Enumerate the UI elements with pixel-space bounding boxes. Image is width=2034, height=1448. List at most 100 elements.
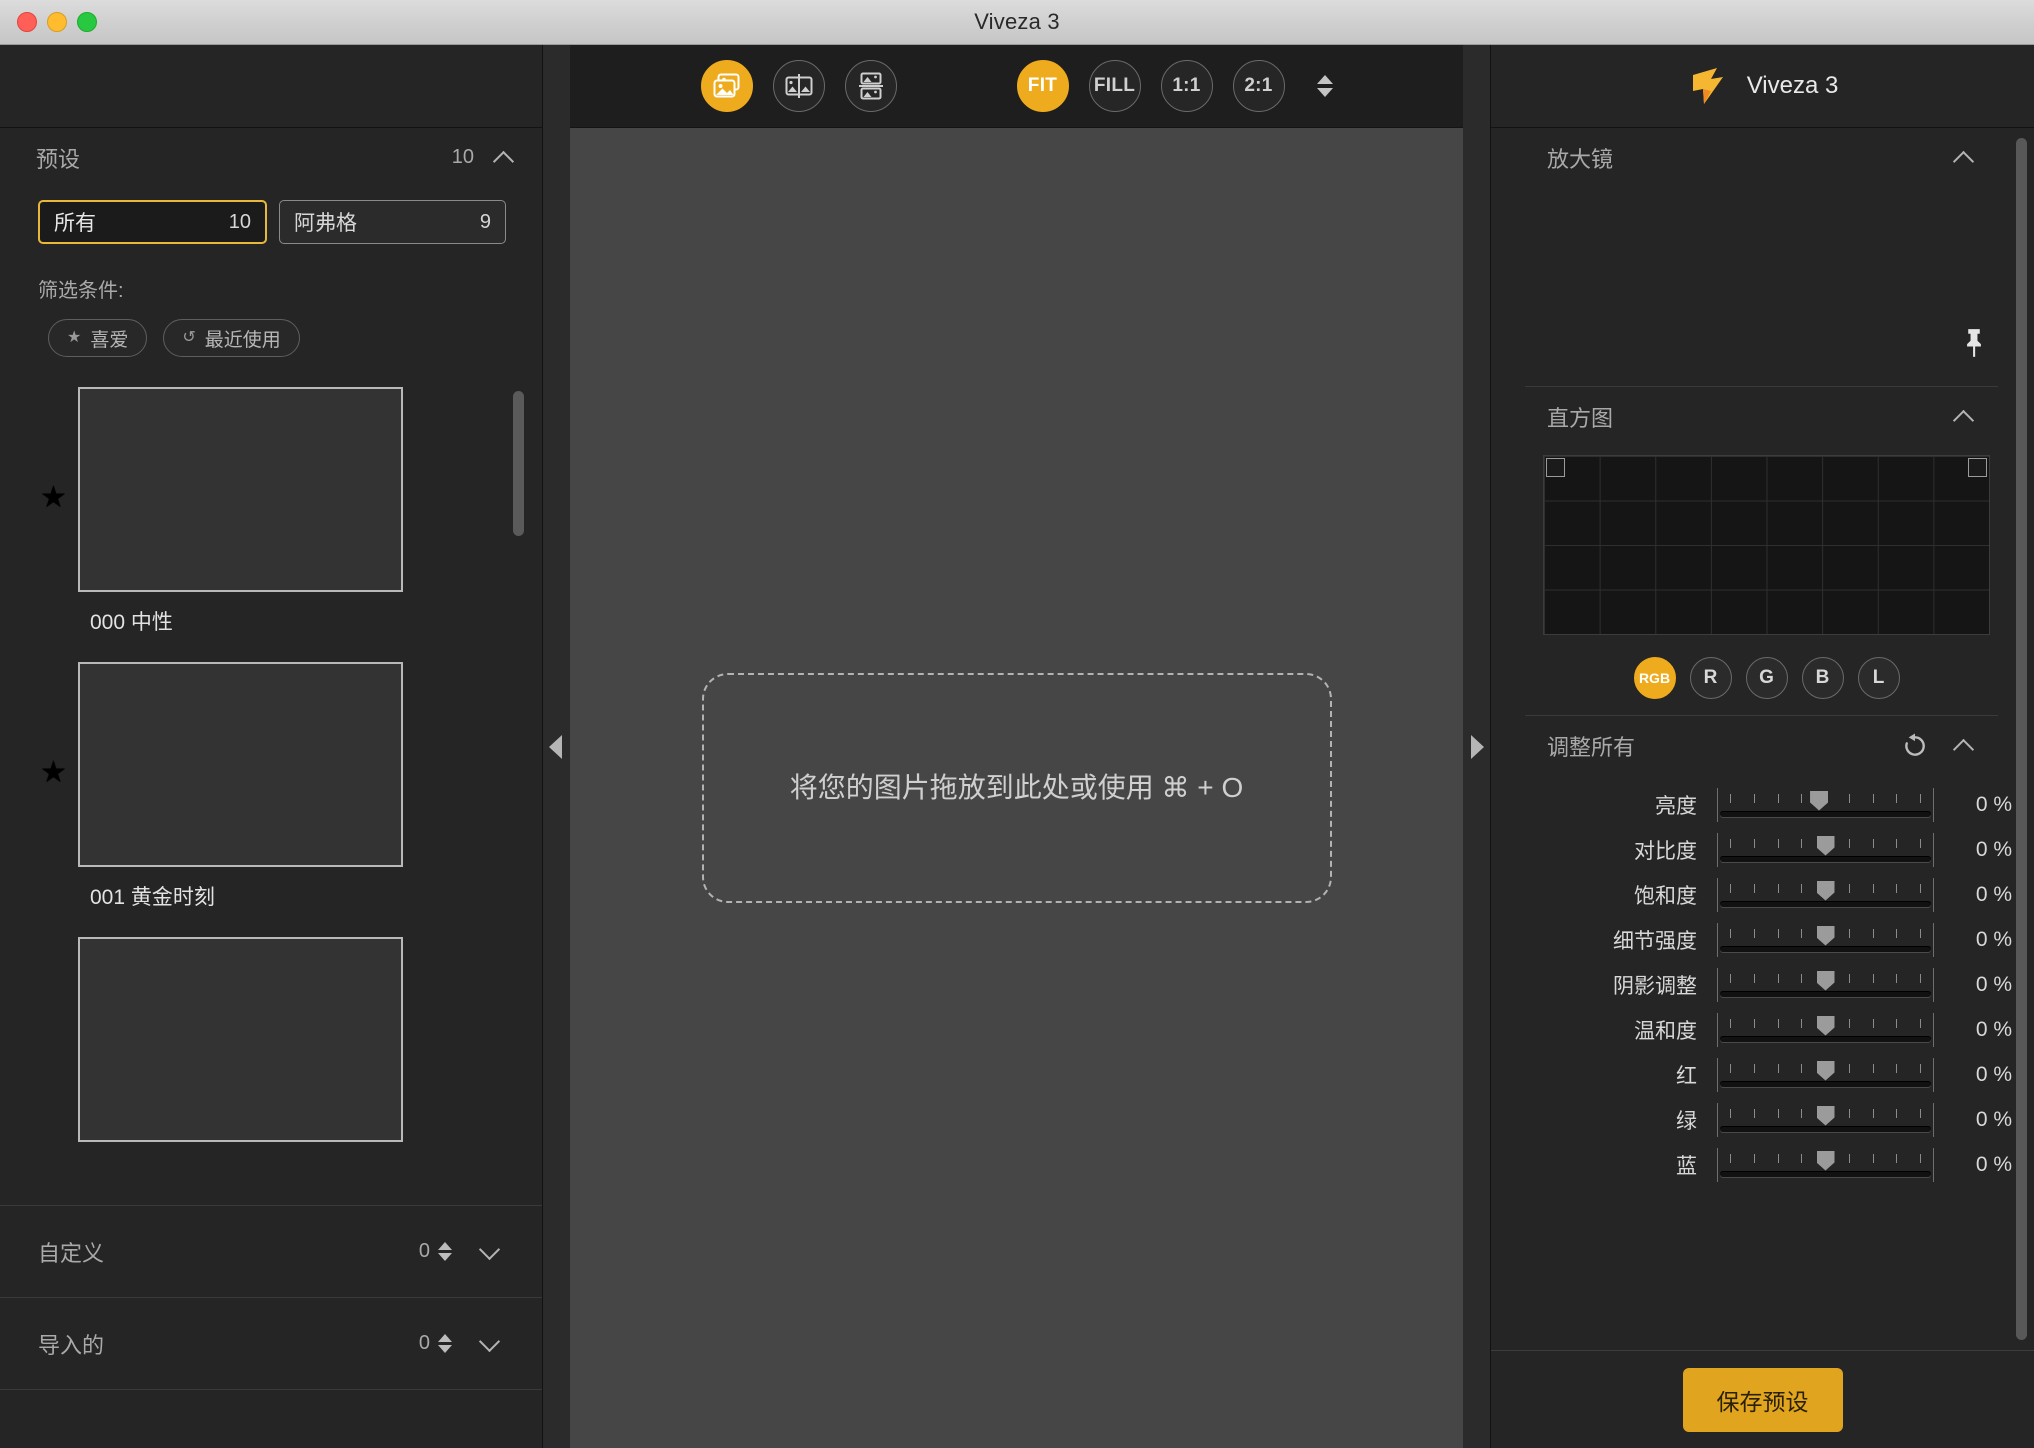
slider-row-green: 绿 0 % [1491,1097,2034,1142]
slider-label: 饱和度 [1634,884,1697,908]
adjust-title: 调整所有 [1547,735,1636,760]
slider-knob[interactable] [1816,970,1835,991]
chevron-up-icon[interactable] [1954,147,1976,169]
filter-chip-recent[interactable]: ↺ 最近使用 [163,319,300,357]
slider-track[interactable] [1717,967,1934,1002]
slider-row-blue: 蓝 0 % [1491,1142,2034,1187]
slider-knob[interactable] [1816,1150,1835,1171]
image-canvas[interactable]: 将您的图片拖放到此处或使用 ⌘ + O [570,128,1463,1448]
magnifier-preview[interactable] [1491,188,2034,386]
channel-rgb-button[interactable]: RGB [1633,657,1676,699]
sidebar-item-imported[interactable]: 导入的 0 [0,1298,542,1390]
left-collapse-gutter[interactable] [543,45,570,1448]
preset-thumbnail[interactable] [78,662,403,867]
slider-knob[interactable] [1816,1105,1835,1126]
slider-knob[interactable] [1816,880,1835,901]
chevron-up-icon[interactable] [1954,735,1976,757]
preset-thumbnail[interactable] [78,937,403,1142]
filter-chip-favorites[interactable]: ★ 喜爱 [48,319,148,357]
window-titlebar: Viveza 3 [0,0,2034,45]
viveza-flag-logo-icon [1692,68,1723,104]
slider-knob[interactable] [1816,1015,1835,1036]
minimize-icon[interactable] [47,12,67,32]
maximize-icon[interactable] [77,12,97,32]
slider-track[interactable] [1717,1147,1934,1182]
slider-track[interactable] [1717,1102,1934,1137]
slider-row-structure: 细节强度 0 % [1491,917,2034,962]
slider-label: 亮度 [1655,794,1697,818]
custom-section-count: 0 [418,1240,430,1262]
list-item[interactable]: ★ 001 黄金时刻 [0,662,542,927]
tab-all-count: 10 [228,210,251,233]
slider-value: 0 % [1975,882,2012,906]
list-item[interactable] [0,937,542,1172]
favorite-star-icon[interactable]: ★ [40,758,67,788]
chevron-up-icon[interactable] [1954,406,1976,428]
histogram-plot[interactable] [1543,455,1990,635]
preset-thumbnail[interactable] [78,387,403,592]
chevron-up-icon[interactable] [494,147,516,169]
preset-name: 001 黄金时刻 [90,886,215,909]
right-collapse-gutter[interactable] [1463,45,1490,1448]
slider-track[interactable] [1717,787,1934,822]
zoom-1to1-button[interactable]: 1:1 [1160,60,1213,112]
preset-filter-tabs: 所有 10 阿弗格 9 [0,188,542,244]
preset-name: 000 中性 [90,611,173,634]
view-mode-group [700,60,897,112]
adjust-section-header[interactable]: 调整所有 [1491,716,2034,776]
list-item[interactable]: ★ 000 中性 [0,387,542,652]
histogram-highlight-clip-toggle[interactable] [1968,458,1987,477]
zoom-fill-button[interactable]: FILL [1088,60,1141,112]
zoom-2to1-button[interactable]: 2:1 [1232,60,1285,112]
stepper-up-down-icon[interactable] [438,1334,452,1353]
stepper-up-down-icon[interactable] [438,1242,452,1261]
histogram-section-header[interactable]: 直方图 [1491,387,2034,447]
slider-track[interactable] [1717,1057,1934,1092]
slider-track[interactable] [1717,922,1934,957]
channel-b-button[interactable]: B [1801,657,1844,699]
channel-g-button[interactable]: G [1745,657,1788,699]
slider-label: 温和度 [1634,1019,1697,1043]
chevron-down-icon[interactable] [480,1333,502,1355]
slider-track[interactable] [1717,877,1934,912]
dropzone-text: 将您的图片拖放到此处或使用 ⌘ + O [789,772,1244,804]
tab-agfa[interactable]: 阿弗格 9 [279,200,506,244]
right-panel-scroll-area: 放大镜 直方图 RGB R G B L 调整所有 亮度 0 % 对比度 0 % … [1491,128,2034,1350]
slider-knob[interactable] [1810,790,1829,811]
split-vertical-icon [785,74,812,98]
triangle-right-icon[interactable] [1471,734,1484,759]
image-dropzone[interactable]: 将您的图片拖放到此处或使用 ⌘ + O [701,673,1332,903]
left-panel-bottom-pad [0,1390,542,1448]
slider-knob[interactable] [1816,835,1835,856]
view-mode-single-button[interactable] [700,60,753,112]
favorite-star-icon[interactable]: ★ [40,483,67,513]
sidebar-item-custom[interactable]: 自定义 0 [0,1206,542,1298]
slider-knob[interactable] [1816,925,1835,946]
channel-r-button[interactable]: R [1689,657,1732,699]
view-toolbar: FIT FILL 1:1 2:1 [570,45,1463,128]
stepper-up-down-icon[interactable] [1316,75,1333,97]
slider-value: 0 % [1975,1107,2012,1131]
reset-arrow-icon[interactable] [1902,733,1928,759]
view-mode-side-by-side-button[interactable] [772,60,825,112]
channel-l-button[interactable]: L [1857,657,1900,699]
preset-name [78,1142,500,1172]
main-body: 预设 10 所有 10 阿弗格 9 筛选条件: ★ 喜爱 ↺ 最近使用 ★ 00… [0,45,2034,1448]
slider-track[interactable] [1717,1012,1934,1047]
tab-all[interactable]: 所有 10 [38,200,267,244]
chevron-down-icon[interactable] [480,1241,502,1263]
slider-track[interactable] [1717,832,1934,867]
zoom-fit-button[interactable]: FIT [1016,60,1069,112]
slider-knob[interactable] [1816,1060,1835,1081]
pushpin-icon[interactable] [1960,328,1988,358]
preset-list[interactable]: ★ 000 中性 ★ 001 黄金时刻 [0,363,542,1205]
magnifier-section-header[interactable]: 放大镜 [1491,128,2034,188]
close-icon[interactable] [17,12,37,32]
save-preset-button[interactable]: 保存预设 [1682,1367,1843,1432]
histogram-shadow-clip-toggle[interactable] [1546,458,1565,477]
filter-conditions-label: 筛选条件: [38,280,124,302]
presets-title: 预设 [36,146,81,172]
triangle-left-icon[interactable] [549,734,562,759]
view-mode-top-bottom-button[interactable] [844,60,897,112]
presets-section-header[interactable]: 预设 10 [0,128,542,188]
